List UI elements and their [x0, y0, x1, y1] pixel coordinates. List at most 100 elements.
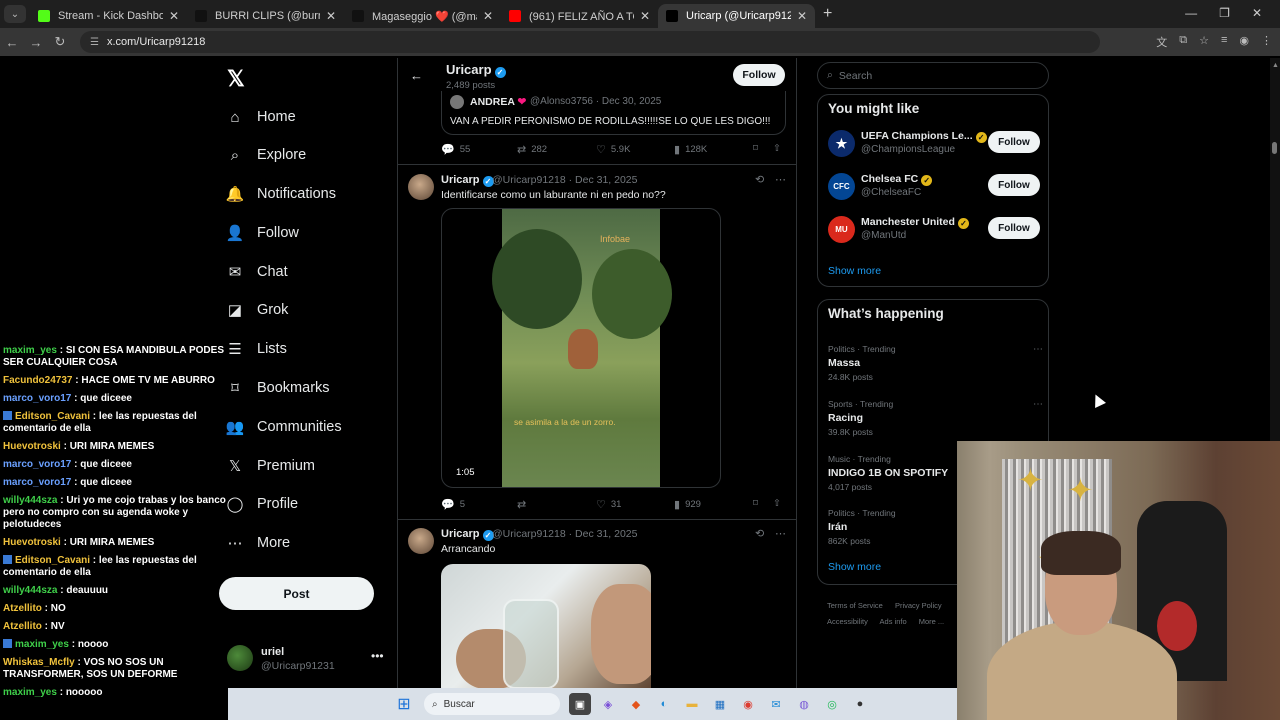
share-icon[interactable]: ⇧ — [773, 143, 781, 154]
more-dots-icon[interactable]: ⋯ — [775, 527, 786, 540]
profile-avatar-icon[interactable]: ◉ — [1239, 34, 1249, 50]
post-meta[interactable]: @Uricarp91218 · Dec 31, 2025 — [492, 528, 638, 540]
close-tab-icon[interactable]: ✕ — [326, 9, 336, 23]
repost-button[interactable]: ⇄ 282 — [517, 143, 547, 156]
chat-username[interactable]: Huevotroski — [3, 441, 61, 452]
close-tab-icon[interactable]: ✕ — [169, 9, 179, 23]
browser-tab[interactable]: Stream - Kick Dashboard ✕ — [30, 4, 187, 28]
trend-item[interactable]: Sports · Trending Racing 39.8K posts ⋯ — [828, 399, 1043, 439]
more-dots-icon[interactable]: ⋯ — [775, 173, 786, 186]
nav-item-communities[interactable]: 👥 Communities — [225, 412, 342, 442]
more-dots-icon[interactable]: ⋯ — [1033, 399, 1043, 410]
back-arrow-icon[interactable]: ← — [410, 68, 423, 83]
restore-icon[interactable]: ❐ — [1219, 6, 1230, 20]
taskbar-search[interactable]: ⌕ Buscar — [424, 693, 560, 715]
task-view-icon[interactable]: ▣ — [569, 693, 591, 715]
browser-menu-icon[interactable]: ⋮ — [1261, 34, 1272, 50]
show-more-link[interactable]: Show more — [828, 561, 881, 573]
url-field[interactable]: ☰ x.com/Uricarp91218 — [80, 31, 1100, 53]
reply-button[interactable]: 💬 5 — [441, 498, 465, 511]
scroll-up-icon[interactable]: ▲ — [1272, 62, 1279, 69]
avatar[interactable] — [408, 528, 434, 554]
bookmark-icon[interactable]: ⌑ — [753, 498, 758, 509]
account-switcher[interactable]: uriel @Uricarp91231 ••• — [227, 643, 387, 673]
post-button[interactable]: Post — [219, 577, 374, 610]
share-icon[interactable]: ⇧ — [773, 498, 781, 509]
close-tab-icon[interactable]: ✕ — [797, 9, 807, 23]
nav-item-chat[interactable]: ✉ Chat — [225, 257, 288, 287]
nav-item-bookmarks[interactable]: ⌑ Bookmarks — [225, 373, 329, 403]
minimize-icon[interactable]: — — [1185, 6, 1197, 20]
forward-icon[interactable]: → — [24, 35, 48, 50]
post-image[interactable] — [441, 564, 651, 688]
back-icon[interactable]: ← — [0, 35, 24, 50]
store-icon[interactable]: ◆ — [625, 693, 647, 715]
more-dots-icon[interactable]: ••• — [371, 649, 384, 663]
footer-link[interactable]: Privacy Policy — [895, 601, 942, 610]
chat-username[interactable]: Editson_Cavani — [15, 555, 90, 566]
follow-button[interactable]: Follow — [988, 131, 1040, 153]
avatar[interactable] — [408, 174, 434, 200]
windows-start-icon[interactable]: ⊞ — [393, 693, 415, 715]
views-button[interactable]: ▮ 929 — [674, 498, 701, 511]
discord-icon[interactable]: ◍ — [793, 693, 815, 715]
grok-icon[interactable]: ⟲ — [755, 173, 764, 186]
post-author[interactable]: Uricarp ✓ — [441, 528, 494, 541]
search-input[interactable]: ⌕ Search — [817, 62, 1049, 89]
scrollbar-thumb[interactable] — [1272, 142, 1277, 154]
nav-item-follow[interactable]: 👤 Follow — [225, 218, 299, 248]
post-author[interactable]: Uricarp ✓ — [441, 174, 494, 187]
views-button[interactable]: ▮ 128K — [674, 143, 707, 156]
reload-icon[interactable]: ↻ — [48, 34, 72, 50]
cast-icon[interactable]: ⧉ — [1179, 34, 1187, 50]
browser-tab[interactable]: BURRI CLIPS (@burricarp) | TikT ✕ — [187, 4, 344, 28]
browser-tab[interactable]: (961) FELIZ AÑO A TODOS😁🍾 ✕ — [501, 4, 658, 28]
file-explorer-icon[interactable]: ▬ — [681, 693, 703, 715]
suggested-account[interactable]: ★ UEFA Champions Le... ✓ @ChampionsLeague Fo… — [828, 128, 1043, 160]
chat-username[interactable]: willy444sza — [3, 585, 57, 596]
close-tab-icon[interactable]: ✕ — [483, 9, 493, 23]
nav-item-home[interactable]: ⌂ Home — [225, 102, 295, 132]
chrome-icon[interactable]: ◉ — [737, 693, 759, 715]
chat-username[interactable]: maxim_yes — [15, 639, 69, 650]
bookmark-icon[interactable]: ⌑ — [753, 143, 758, 154]
close-tab-icon[interactable]: ✕ — [640, 9, 650, 23]
chat-username[interactable]: marco_voro17 — [3, 459, 71, 470]
outlook-icon[interactable]: ✉ — [765, 693, 787, 715]
reply-button[interactable]: 💬 55 — [441, 143, 470, 156]
star-icon[interactable]: ☆ — [1199, 34, 1209, 50]
quoted-post[interactable]: ANDREA ❤ @Alonso3756 · Dec 30, 2025 VAN … — [441, 91, 786, 135]
store-bag-icon[interactable]: ▦ — [709, 693, 731, 715]
footer-link[interactable]: Ads info — [880, 617, 907, 626]
like-button[interactable]: ♡ 31 — [596, 498, 621, 511]
show-more-link[interactable]: Show more — [828, 265, 881, 277]
nav-item-lists[interactable]: ☰ Lists — [225, 334, 287, 364]
page-scrollbar[interactable]: ▲ — [1270, 58, 1280, 441]
nav-item-premium[interactable]: 𝕏 Premium — [225, 451, 315, 481]
new-tab-button[interactable]: + — [823, 5, 832, 23]
extensions-icon[interactable]: ≡ — [1221, 34, 1227, 50]
tab-search-button[interactable]: ⌄ — [4, 5, 26, 23]
post-meta[interactable]: @Uricarp91218 · Dec 31, 2025 — [492, 174, 638, 186]
x-logo-icon[interactable]: 𝕏 — [227, 66, 245, 92]
nav-item-explore[interactable]: ⌕ Explore — [225, 140, 306, 170]
spotify-icon[interactable]: ◎ — [821, 693, 843, 715]
follow-button[interactable]: Follow — [988, 174, 1040, 196]
repost-button[interactable]: ⇄ — [517, 498, 531, 511]
footer-link[interactable]: Accessibility — [827, 617, 868, 626]
site-info-icon[interactable]: ☰ — [90, 37, 99, 48]
chat-username[interactable]: willy444sza — [3, 495, 57, 506]
edge-icon[interactable]: ◐ — [653, 693, 675, 715]
suggested-account[interactable]: MU Manchester United ✓ @ManUtd Follow — [828, 214, 1043, 246]
more-dots-icon[interactable]: ⋯ — [1033, 344, 1043, 355]
suggested-account[interactable]: CFC Chelsea FC ✓ @ChelseaFC Follow — [828, 171, 1043, 203]
chat-username[interactable]: maxim_yes — [3, 687, 57, 698]
chat-username[interactable]: Editson_Cavani — [15, 411, 90, 422]
chat-username[interactable]: Whiskas_Mcfly — [3, 657, 75, 668]
nav-item-profile[interactable]: ◯ Profile — [225, 489, 299, 519]
chat-username[interactable]: Atzellito — [3, 603, 42, 614]
footer-link[interactable]: More ... — [919, 617, 944, 626]
browser-tab[interactable]: Uricarp (@Uricarp91218) / X ✕ — [658, 4, 815, 28]
trend-item[interactable]: Politics · Trending Massa 24.8K posts ⋯ — [828, 344, 1043, 384]
chat-username[interactable]: marco_voro17 — [3, 393, 71, 404]
